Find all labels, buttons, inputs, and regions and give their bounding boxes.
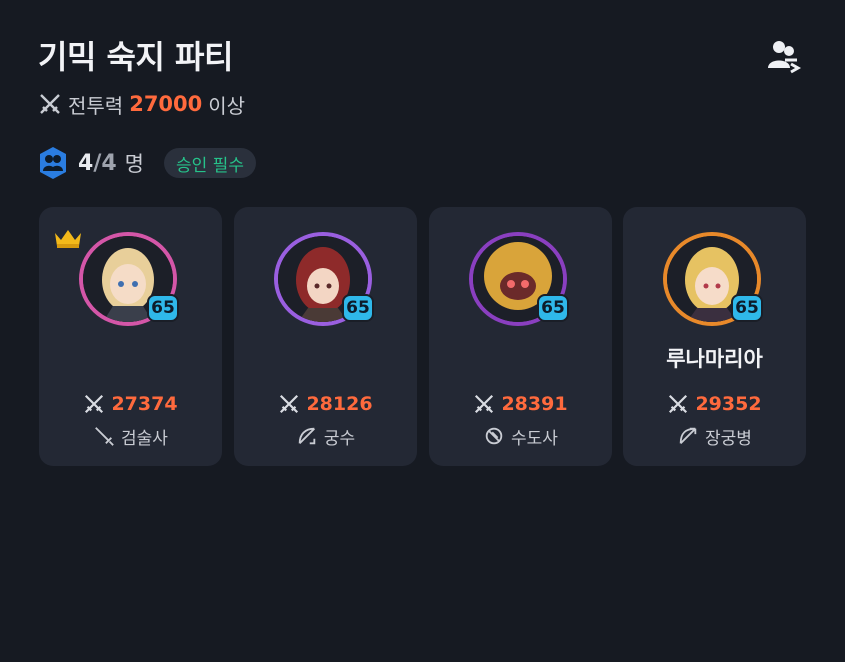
avatar: 65: [274, 232, 378, 328]
level-badge: 65: [147, 294, 179, 322]
level-badge: 65: [342, 294, 374, 322]
avatar: 65: [663, 232, 767, 328]
member-class: 검술사: [39, 423, 222, 449]
power-requirement-suffix: 이상: [208, 93, 246, 118]
member-class: 장궁병: [623, 423, 806, 449]
member-power: 27374: [39, 391, 222, 417]
member-card[interactable]: 65 루나마리아 29352 장궁병: [623, 207, 806, 466]
crossed-swords-icon: [669, 394, 688, 414]
party-members-button[interactable]: [762, 36, 806, 76]
member-count-unit: 명: [124, 152, 144, 176]
bow-icon: [298, 427, 316, 445]
power-requirement: 전투력 27000 이상: [38, 90, 245, 118]
users-icon: [768, 41, 802, 74]
member-card[interactable]: 65 28126 궁수: [234, 207, 417, 466]
member-card[interactable]: 65 27374 검술사: [39, 207, 222, 466]
crossed-swords-icon: [475, 394, 494, 414]
member-card[interactable]: 65 28391 수도사: [429, 207, 612, 466]
level-badge: 65: [731, 294, 763, 322]
longbow-icon: [679, 427, 697, 444]
member-count-row: 4/4 명 승인 필수: [38, 146, 256, 180]
group-icon: [38, 146, 68, 180]
member-name: 루나마리아: [666, 347, 763, 371]
crossed-swords-icon: [280, 394, 299, 414]
member-class: 수도사: [429, 423, 612, 449]
approval-required-badge: 승인 필수: [164, 148, 256, 178]
avatar: 65: [469, 232, 573, 328]
crossed-swords-icon: [85, 394, 104, 414]
member-power: 29352: [623, 391, 806, 417]
sword-icon: [95, 427, 114, 446]
power-requirement-value: 27000: [129, 92, 203, 116]
avatar: 65: [79, 232, 183, 328]
party-detail-panel: 기믹 숙지 파티 전투력 27000 이상 4/4 명 승인 필수 65 273…: [0, 0, 845, 662]
member-class: 궁수: [234, 423, 417, 449]
member-power: 28391: [429, 391, 612, 417]
power-label: 전투력: [68, 93, 124, 118]
monk-icon: [485, 427, 503, 445]
level-badge: 65: [537, 294, 569, 322]
party-title: 기믹 숙지 파티: [38, 38, 233, 76]
crossed-swords-icon: [38, 92, 62, 116]
member-power: 28126: [234, 391, 417, 417]
member-count: 4/4: [78, 150, 117, 176]
